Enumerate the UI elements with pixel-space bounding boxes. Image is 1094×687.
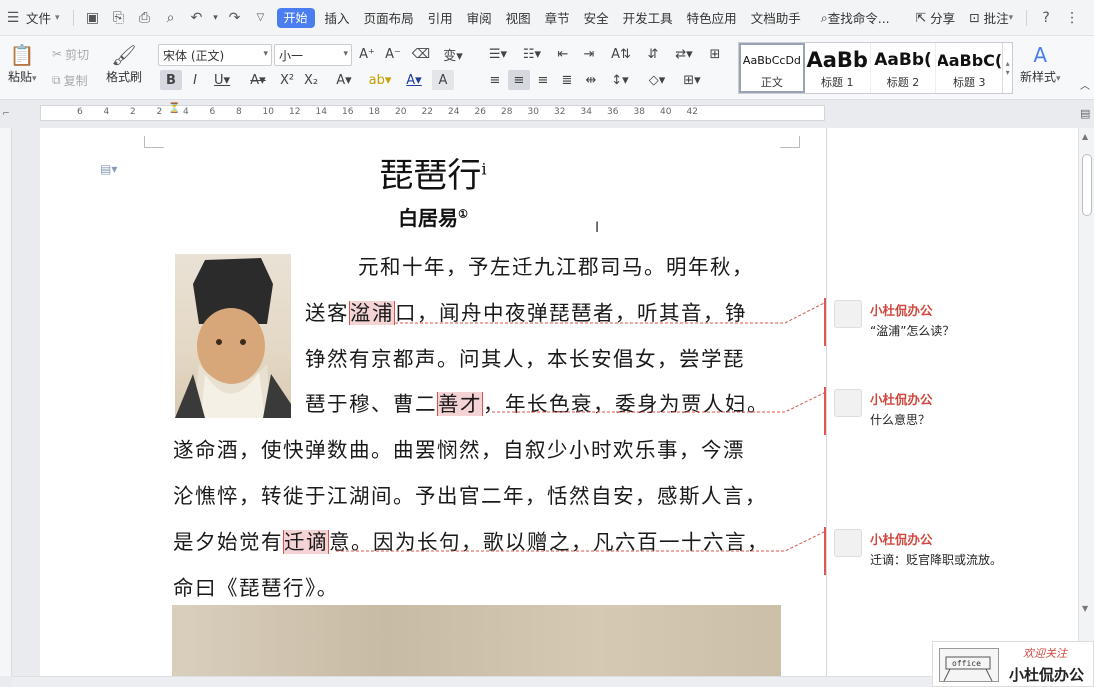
comment-author: 小杜侃办公	[870, 392, 933, 407]
avatar	[834, 389, 862, 417]
comment-author: 小杜侃办公	[870, 532, 933, 547]
office-logo-drawing: office	[943, 656, 993, 682]
comment-card-2[interactable]: 小杜侃办公 什么意思？	[824, 387, 1054, 435]
watermark-badge: office 欢迎关注 小杜侃办公	[932, 641, 1094, 687]
scroll-down-icon[interactable]: ▼	[1082, 604, 1088, 613]
comment-text: 迁谪：贬官降职或流放。	[870, 553, 1003, 567]
comment-text: 什么意思？	[870, 413, 931, 427]
scrollbar-thumb[interactable]	[1082, 154, 1092, 216]
comment-text: “湓浦”怎么读？	[870, 324, 955, 338]
avatar	[834, 529, 862, 557]
vertical-scrollbar[interactable]: ▲ ▼	[1078, 128, 1094, 676]
svg-text:office: office	[952, 659, 981, 668]
avatar	[834, 300, 862, 328]
office-logo: office	[939, 648, 999, 682]
comment-author: 小杜侃办公	[870, 303, 933, 318]
wps-writer-window: ☰ 文件 ▾ ▣ ⎘ ⎙ ⌕ ↶ ▾ ↷ ▽ 开始 插入 页面布局 引用 审阅 …	[0, 0, 1094, 687]
scroll-up-icon[interactable]: ▲	[1082, 132, 1088, 141]
comment-card-1[interactable]: 小杜侃办公 “湓浦”怎么读？	[824, 298, 1054, 346]
comment-card-3[interactable]: 小杜侃办公 迁谪：贬官降职或流放。	[824, 527, 1054, 575]
